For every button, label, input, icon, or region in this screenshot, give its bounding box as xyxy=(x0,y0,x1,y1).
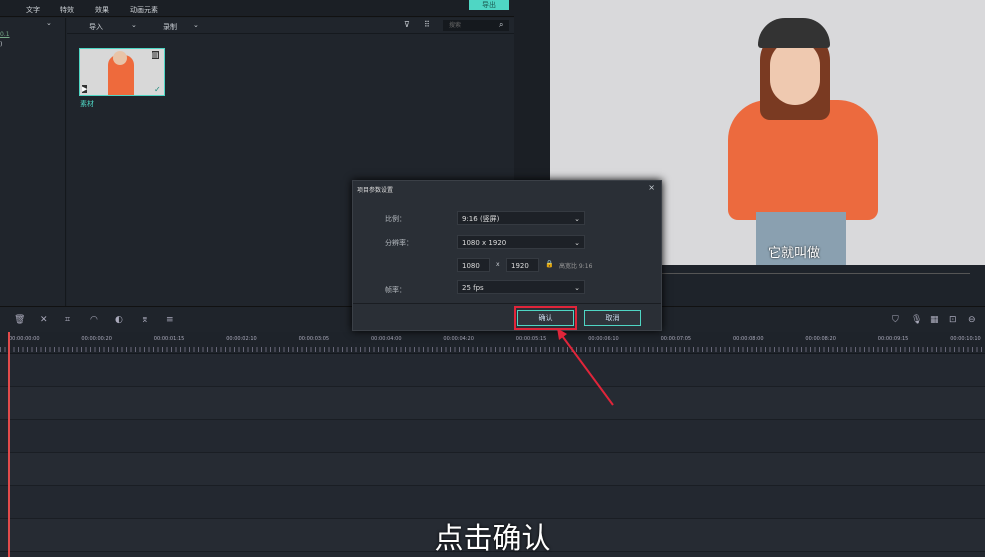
record-dropdown[interactable]: 录制 xyxy=(163,22,177,32)
close-icon[interactable]: × xyxy=(648,183,655,192)
adjust-icon[interactable]: ≡ xyxy=(166,315,174,325)
speed-icon[interactable]: ◠ xyxy=(90,315,98,325)
marker-icon[interactable]: ⛉ xyxy=(892,315,899,325)
project-settings-dialog: 项目参数设置 × 比例： 9:16 (竖屏) ⌄ 分辨率： 1080 x 1920… xyxy=(352,180,662,331)
dialog-title: 项目参数设置 xyxy=(357,187,394,194)
times-label: x xyxy=(496,261,500,268)
aspect-label: 高宽比 9:16 xyxy=(559,263,593,270)
filter-icon[interactable]: ⊽ xyxy=(404,20,410,29)
chevron-down-icon[interactable]: ⌄ xyxy=(193,21,199,29)
search-icon[interactable]: ⌕ xyxy=(499,20,503,30)
fit-icon[interactable]: ⊡ xyxy=(949,315,957,325)
ruler-tick-label: 00:00:07:05 xyxy=(660,336,692,342)
video-icon: ▶ xyxy=(82,85,88,93)
cut-icon[interactable]: ✕ xyxy=(40,315,48,325)
height-input[interactable]: 1920 xyxy=(506,258,539,272)
resolution-label: 分辨率： xyxy=(385,239,413,247)
ruler-tick-label: 00:00:08:00 xyxy=(733,336,764,342)
menu-transitions[interactable]: 特效 xyxy=(60,5,74,15)
media-label: 素材 xyxy=(80,100,94,108)
info-icon[interactable]: ▤ xyxy=(152,51,159,59)
menu-effects[interactable]: 效果 xyxy=(95,5,109,15)
left-panel: ⌄ 0.1 ) xyxy=(0,18,66,306)
grid-icon[interactable]: ⠿ xyxy=(424,20,430,29)
chevron-down-icon[interactable]: ⌄ xyxy=(131,21,137,29)
export-button[interactable]: 导出 xyxy=(469,0,509,10)
import-dropdown[interactable]: 导入 xyxy=(89,22,103,32)
video-subtitle: 它就叫做 xyxy=(768,246,821,261)
chevron-down-icon[interactable]: ⌄ xyxy=(46,19,52,27)
crop-icon[interactable]: ⌗ xyxy=(65,315,70,325)
annotation-arrow xyxy=(557,328,614,406)
ruler-tick-label: 00:00:09:15 xyxy=(877,336,909,342)
ruler-tick-label: 00:00:01:15 xyxy=(153,336,185,342)
split-icon[interactable]: ⌆ xyxy=(141,315,149,325)
ruler-tick-label: 00:00:08:20 xyxy=(805,336,836,342)
menu-animations[interactable]: 动画元素 xyxy=(130,5,158,15)
media-toolbar: 导入 ⌄ 录制 ⌄ ⊽ ⠿ 搜索 ⌕ xyxy=(67,18,514,34)
check-icon: ✓ xyxy=(154,85,161,94)
top-menu-bar: 文字 特效 效果 动画元素 导出 xyxy=(0,0,550,17)
ruler-tick-label: 00:00:02:10 xyxy=(226,336,257,342)
left-item[interactable]: ) xyxy=(0,41,2,48)
ruler-tick-label: 00:00:10:10 xyxy=(950,336,981,342)
width-input[interactable]: 1080 xyxy=(457,258,490,272)
chevron-down-icon: ⌄ xyxy=(574,239,580,247)
ratio-select[interactable]: 9:16 (竖屏) ⌄ xyxy=(457,211,585,225)
ruler-tick-label: 00:00:04:00 xyxy=(371,336,402,342)
ruler-tick-label: 00:00:00:20 xyxy=(81,336,112,342)
resolution-select[interactable]: 1080 x 1920 ⌄ xyxy=(457,235,585,249)
delete-icon[interactable]: 🗑 xyxy=(14,315,25,325)
ruler-tick-label: 00:00:00:00 xyxy=(9,336,40,342)
chevron-down-icon: ⌄ xyxy=(574,284,580,292)
timeline-ruler[interactable]: 00:00:00:00 00:00:00:20 00:00:01:15 00:00:0… xyxy=(0,332,985,354)
cancel-button[interactable]: 取消 xyxy=(584,310,641,326)
ruler-tick-label: 00:00:03:05 xyxy=(298,336,330,342)
voiceover-icon[interactable]: ▦ xyxy=(930,315,939,325)
fps-select[interactable]: 25 fps ⌄ xyxy=(457,280,585,294)
zoom-icon[interactable]: ⊖ xyxy=(968,315,976,325)
menu-text[interactable]: 文字 xyxy=(26,5,40,15)
lock-icon[interactable]: 🔒 xyxy=(545,260,554,268)
chevron-down-icon: ⌄ xyxy=(574,215,580,223)
ruler-tick-label: 00:00:05:15 xyxy=(515,336,547,342)
mic-icon[interactable]: 🎙 xyxy=(911,315,922,325)
color-icon[interactable]: ◐ xyxy=(115,315,123,325)
video-caption: 点击确认 xyxy=(434,521,551,555)
fps-label: 帧率： xyxy=(385,286,406,294)
ratio-label: 比例： xyxy=(385,215,406,223)
media-thumbnail[interactable]: ▤ ▶ ✓ xyxy=(79,48,165,96)
ruler-tick-label: 00:00:04:20 xyxy=(443,336,474,342)
left-item[interactable]: 0.1 xyxy=(0,31,10,38)
